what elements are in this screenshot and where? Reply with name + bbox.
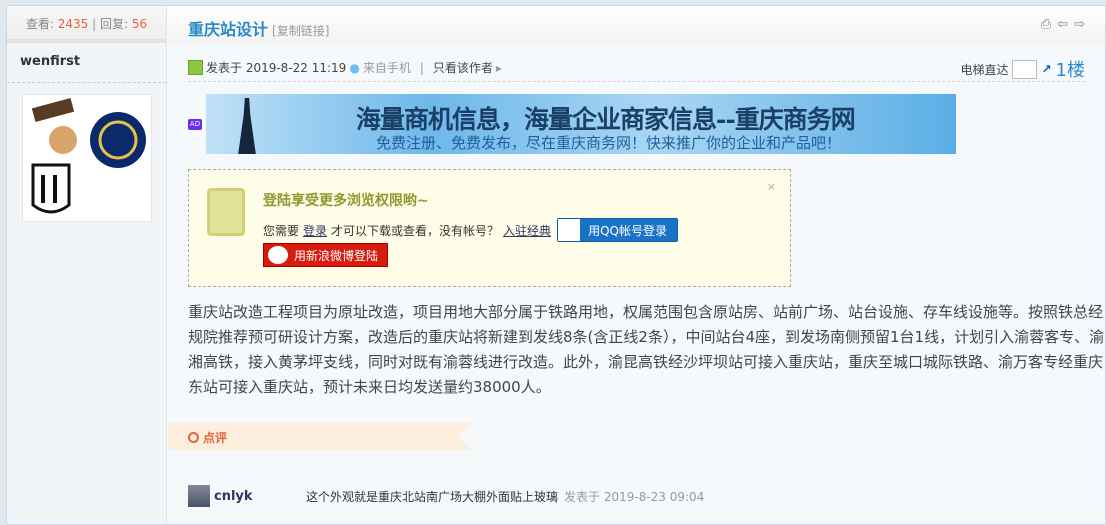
- qq-login-label: 用QQ帐号登录: [588, 223, 667, 238]
- only-author-link[interactable]: 只看该作者: [433, 59, 493, 76]
- post-content: 重庆站改造工程项目为原址改造，项目用地大部分属于铁路用地，权属范围包含原站房、站…: [188, 303, 1105, 396]
- author-sidebar: 查看: 2435 | 回复: 56 wenfirst: [7, 6, 167, 524]
- arrow-right-icon: ▸: [495, 60, 502, 75]
- circle-icon: [188, 432, 199, 443]
- commenter-name[interactable]: cnlyk: [214, 489, 306, 504]
- comments-header: 点评: [168, 423, 473, 450]
- thread-stats: 查看: 2435 | 回复: 56: [7, 6, 166, 43]
- next-thread-icon[interactable]: ⇨: [1074, 17, 1085, 32]
- login-heading: 登陆享受更多浏览权限哟~: [263, 193, 429, 209]
- post-meta: 发表于 2019-8-22 11:19 ● 来自手机 | 只看该作者 ▸ 电梯直达 ↗ 1楼: [188, 56, 1085, 82]
- post-time: 发表于 2019-8-22 11:19: [206, 61, 347, 75]
- avatar-image: [31, 98, 146, 214]
- from-mobile: 来自手机: [362, 61, 411, 75]
- qq-icon: [558, 219, 581, 241]
- thread-title: 重庆站设计: [188, 20, 269, 39]
- ad-headline: 海量商机信息，海量企业商家信息--重庆商务网: [356, 105, 856, 134]
- comments-label: 点评: [203, 431, 228, 445]
- weibo-login-button[interactable]: 用新浪微博登陆: [263, 243, 388, 267]
- author-name[interactable]: wenfirst: [7, 43, 166, 83]
- views-count: 2435: [57, 17, 89, 31]
- author-avatar[interactable]: [22, 94, 152, 222]
- floor-number[interactable]: 1楼: [1056, 56, 1085, 82]
- online-user-icon: [188, 60, 203, 75]
- ad-badge: AD: [188, 118, 202, 130]
- login-prefix: 您需要: [263, 223, 300, 238]
- login-link[interactable]: 登录: [303, 222, 327, 239]
- mobile-icon: ●: [349, 60, 360, 75]
- title-bar: 重庆站设计 [复制链接] ⎙ ⇦ ⇨: [168, 6, 1105, 43]
- views-label: 查看:: [25, 17, 54, 31]
- print-icon[interactable]: ⎙: [1041, 17, 1051, 32]
- lock-icon: [207, 188, 245, 236]
- close-icon[interactable]: ×: [767, 180, 776, 193]
- weibo-icon: [268, 246, 288, 264]
- login-middle: 才可以下载或查看，没有帐号？: [331, 223, 500, 238]
- ad-area: AD 海量商机信息，海量企业商家信息--重庆商务网 免费注册、免费发布，尽在重庆商…: [188, 94, 956, 154]
- replies-count: 56: [131, 17, 148, 31]
- floor-input[interactable]: [1012, 59, 1038, 79]
- post-main: 重庆站设计 [复制链接] ⎙ ⇦ ⇨ 发表于 2019-8-22 11:19 ● 来自手机…: [168, 6, 1105, 524]
- thread-container: 查看: 2435 | 回复: 56 wenfirst 重庆站设计 [复制链接] ⎙…: [6, 5, 1106, 525]
- replies-label: 回复:: [99, 17, 129, 31]
- prev-thread-icon[interactable]: ⇦: [1057, 17, 1068, 32]
- weibo-login-label: 用新浪微博登陆: [294, 248, 379, 263]
- ad-subline: 免费注册、免费发布，尽在重庆商务网！快来推广你的企业和产品吧！: [376, 134, 842, 152]
- login-prompt: × 登陆享受更多浏览权限哟~ 您需要 登录 才可以下载或查看，没有帐号？ 入驻经典 用…: [188, 169, 791, 287]
- copy-link[interactable]: [复制链接]: [272, 24, 329, 38]
- elevator-label: 电梯直达: [960, 62, 1009, 77]
- banner-figure: [238, 98, 256, 154]
- go-floor-icon[interactable]: ↗: [1041, 62, 1051, 76]
- qq-login-button[interactable]: 用QQ帐号登录: [557, 218, 678, 242]
- register-link[interactable]: 入驻经典: [503, 222, 551, 239]
- comment-item: cnlyk 这个外观就是重庆北站南广场大棚外面贴上玻璃 发表于 2019-8-2…: [188, 485, 704, 507]
- comment-text: 这个外观就是重庆北站南广场大棚外面贴上玻璃: [306, 489, 559, 504]
- ad-banner[interactable]: 海量商机信息，海量企业商家信息--重庆商务网 免费注册、免费发布，尽在重庆商务网！…: [206, 94, 956, 154]
- comment-time: 发表于 2019-8-23 09:04: [564, 489, 705, 504]
- commenter-avatar[interactable]: [188, 485, 210, 507]
